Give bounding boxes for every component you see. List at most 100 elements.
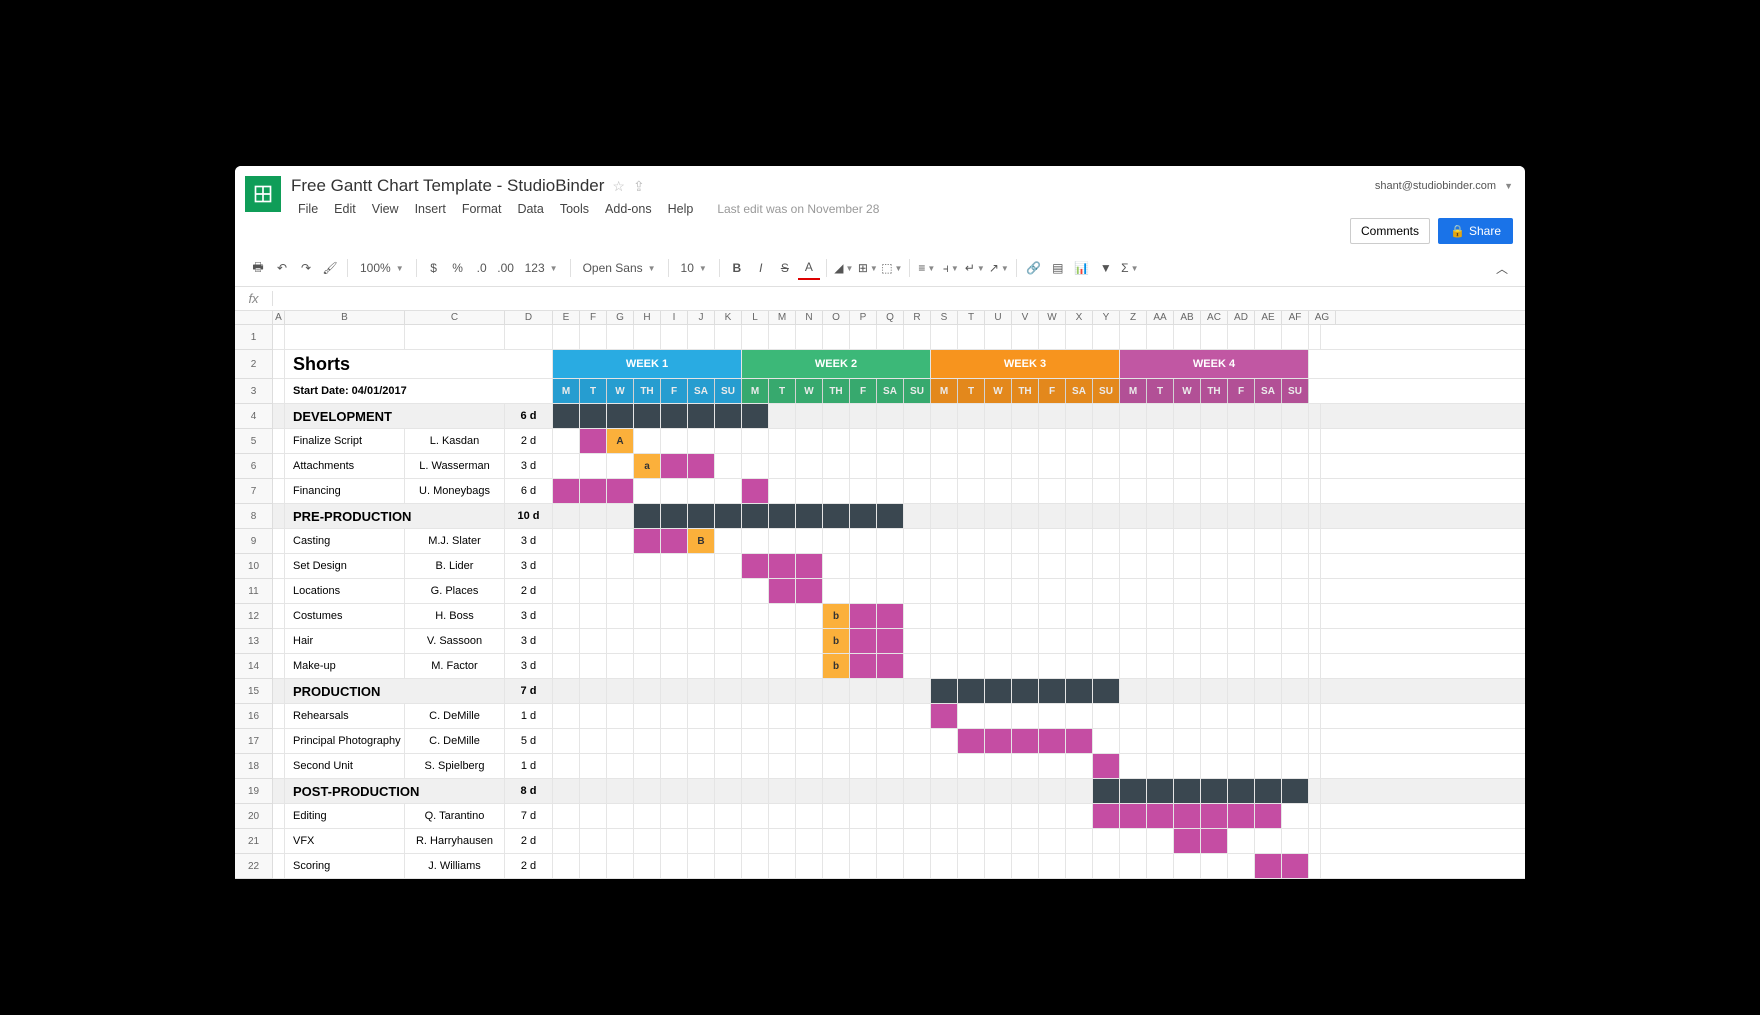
gantt-cell[interactable] — [607, 325, 634, 349]
gantt-cell[interactable] — [580, 604, 607, 628]
gantt-cell[interactable] — [688, 829, 715, 853]
cell[interactable]: S. Spielberg — [405, 754, 505, 778]
gantt-cell[interactable] — [931, 529, 958, 553]
gantt-cell[interactable] — [1174, 325, 1201, 349]
gantt-cell[interactable] — [796, 404, 823, 428]
gantt-cell[interactable] — [1039, 854, 1066, 878]
gantt-cell[interactable] — [823, 579, 850, 603]
gantt-cell[interactable] — [607, 629, 634, 653]
col-header[interactable]: A — [273, 311, 285, 324]
gantt-cell[interactable] — [985, 804, 1012, 828]
gantt-cell[interactable] — [931, 754, 958, 778]
gantt-cell[interactable] — [877, 679, 904, 703]
gantt-cell[interactable] — [904, 504, 931, 528]
cell[interactable]: U. Moneybags — [405, 479, 505, 503]
cell[interactable]: Rehearsals — [285, 704, 405, 728]
gantt-cell[interactable] — [1066, 854, 1093, 878]
collapse-toolbar-icon[interactable]: ︿ — [1491, 256, 1513, 280]
gantt-cell[interactable] — [742, 729, 769, 753]
gantt-cell[interactable] — [796, 454, 823, 478]
gantt-cell[interactable] — [985, 654, 1012, 678]
user-email[interactable]: shant@studiobinder.com — [1375, 180, 1496, 192]
gantt-cell[interactable] — [1255, 654, 1282, 678]
gantt-cell[interactable] — [1120, 429, 1147, 453]
gantt-cell[interactable] — [661, 479, 688, 503]
gantt-cell[interactable] — [1228, 325, 1255, 349]
gantt-cell[interactable] — [1174, 779, 1201, 803]
gantt-cell[interactable] — [823, 429, 850, 453]
gantt-cell[interactable] — [796, 779, 823, 803]
gantt-cell[interactable] — [634, 554, 661, 578]
gantt-cell[interactable] — [688, 629, 715, 653]
wrap-icon[interactable]: ↵▼ — [964, 256, 986, 280]
gantt-cell[interactable] — [661, 429, 688, 453]
gantt-cell[interactable] — [715, 704, 742, 728]
gantt-cell[interactable] — [796, 529, 823, 553]
gantt-cell[interactable] — [1039, 654, 1066, 678]
gantt-cell[interactable] — [1282, 779, 1309, 803]
gantt-cell[interactable] — [553, 629, 580, 653]
gantt-cell[interactable] — [1174, 629, 1201, 653]
gantt-cell[interactable] — [688, 404, 715, 428]
gantt-cell[interactable] — [580, 504, 607, 528]
gantt-cell[interactable] — [1039, 454, 1066, 478]
gantt-cell[interactable] — [607, 779, 634, 803]
gantt-cell[interactable] — [1120, 654, 1147, 678]
functions-icon[interactable]: Σ▼ — [1119, 256, 1141, 280]
gantt-cell[interactable] — [742, 679, 769, 703]
col-header[interactable]: B — [285, 311, 405, 324]
gantt-cell[interactable] — [1228, 704, 1255, 728]
gantt-cell[interactable] — [634, 579, 661, 603]
gantt-cell[interactable] — [634, 479, 661, 503]
increase-decimal-icon[interactable]: .00 — [495, 256, 517, 280]
gantt-cell[interactable] — [958, 654, 985, 678]
gantt-cell[interactable] — [850, 754, 877, 778]
gantt-cell[interactable] — [634, 404, 661, 428]
gantt-cell[interactable] — [1174, 854, 1201, 878]
gantt-cell[interactable] — [904, 654, 931, 678]
gantt-cell[interactable] — [553, 829, 580, 853]
gantt-cell[interactable] — [931, 779, 958, 803]
gantt-cell[interactable] — [1093, 504, 1120, 528]
gantt-cell[interactable] — [715, 779, 742, 803]
gantt-cell[interactable] — [931, 804, 958, 828]
gantt-cell[interactable] — [1147, 479, 1174, 503]
row-header[interactable]: 10 — [235, 554, 272, 579]
cell[interactable]: Q. Tarantino — [405, 804, 505, 828]
col-header[interactable]: K — [715, 311, 742, 324]
cell[interactable]: PRE-PRODUCTION — [285, 504, 505, 528]
gantt-cell[interactable] — [715, 654, 742, 678]
cell[interactable]: 2 d — [505, 829, 553, 853]
borders-icon[interactable]: ⊞▼ — [857, 256, 879, 280]
row-header[interactable]: 6 — [235, 454, 272, 479]
gantt-cell[interactable] — [1093, 554, 1120, 578]
gantt-cell[interactable] — [688, 729, 715, 753]
gantt-cell[interactable] — [1282, 604, 1309, 628]
gantt-cell[interactable] — [580, 629, 607, 653]
gantt-cell[interactable] — [1066, 404, 1093, 428]
gantt-cell[interactable] — [580, 579, 607, 603]
gantt-cell[interactable] — [958, 429, 985, 453]
gantt-cell[interactable] — [688, 679, 715, 703]
gantt-cell[interactable] — [1147, 729, 1174, 753]
row-header[interactable]: 8 — [235, 504, 272, 529]
gantt-cell[interactable] — [1093, 704, 1120, 728]
col-header[interactable]: L — [742, 311, 769, 324]
cell[interactable] — [273, 729, 285, 753]
gantt-cell[interactable] — [1039, 325, 1066, 349]
gantt-cell[interactable] — [742, 479, 769, 503]
gantt-cell[interactable] — [634, 854, 661, 878]
cell[interactable]: 3 d — [505, 554, 553, 578]
decrease-decimal-icon[interactable]: .0 — [471, 256, 493, 280]
gantt-cell[interactable] — [580, 704, 607, 728]
gantt-cell[interactable] — [1228, 754, 1255, 778]
gantt-cell[interactable] — [1039, 554, 1066, 578]
gantt-cell[interactable] — [580, 804, 607, 828]
gantt-cell[interactable] — [958, 779, 985, 803]
cell[interactable]: PRODUCTION — [285, 679, 505, 703]
gantt-cell[interactable] — [1120, 604, 1147, 628]
gantt-cell[interactable] — [634, 529, 661, 553]
gantt-cell[interactable] — [607, 504, 634, 528]
percent-icon[interactable]: % — [447, 256, 469, 280]
col-header[interactable]: S — [931, 311, 958, 324]
